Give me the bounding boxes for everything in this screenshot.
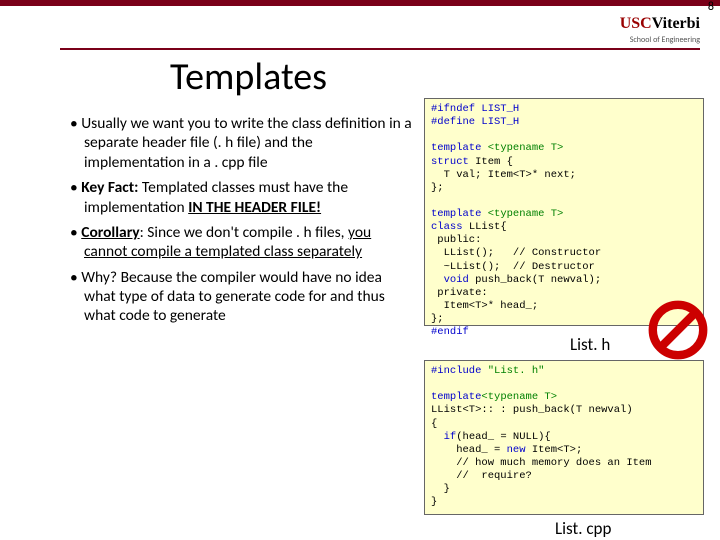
code-line: ~LList(); // Destructor: [431, 261, 595, 273]
code-line: #ifndef LIST_H: [431, 103, 519, 115]
bullet-3: Corollary: Since we don't compile . h fi…: [70, 223, 415, 262]
code-text: [431, 431, 444, 443]
bullet-3-text: : Since we don't compile . h files,: [140, 223, 348, 242]
code-line: #define LIST_H: [431, 116, 519, 128]
code-line: LList<T>:: : push_back(T newval): [431, 404, 633, 416]
logo-subtitle: School of Engineering: [620, 35, 700, 45]
logo-usc: USC: [620, 15, 652, 32]
bullet-1: Usually we want you to write the class d…: [70, 114, 415, 172]
code-line: };: [431, 182, 444, 194]
logo-text: USCViterbi: [620, 14, 700, 33]
code-generic: <typename T>: [488, 142, 564, 154]
code-generic: <typename T>: [481, 391, 557, 403]
slide-title: Templates: [170, 54, 327, 100]
code-line: T val; Item<T>* next;: [431, 169, 576, 181]
code-kw: template: [431, 391, 481, 403]
bullet-4: Why? Because the compiler would have no …: [70, 268, 415, 326]
code-kw: template: [431, 208, 488, 220]
code-kw: new: [507, 444, 526, 456]
code-text: push_back(T newval);: [469, 274, 601, 286]
code-line: }: [431, 483, 450, 495]
code-line: }: [431, 496, 437, 508]
code-line: #endif: [431, 326, 469, 338]
forbidden-icon: [648, 300, 708, 360]
code-text: (head_ = NULL){: [456, 431, 551, 443]
header-rule: [60, 48, 700, 50]
code-line: LList(); // Constructor: [431, 247, 601, 259]
code-line: };: [431, 313, 444, 325]
code-kw: if: [444, 431, 457, 443]
code-line: // require?: [431, 470, 532, 482]
bullet-list: Usually we want you to write the class d…: [70, 114, 415, 332]
bullet-2-keyfact: Key Fact:: [81, 178, 138, 197]
logo-block: USCViterbi School of Engineering: [620, 14, 700, 45]
code-line: // how much memory does an Item: [431, 457, 652, 469]
page-number: 8: [708, 0, 714, 14]
code-line: private:: [431, 287, 488, 299]
logo-viterbi: Viterbi: [652, 15, 700, 32]
code-kw: struct: [431, 156, 469, 168]
code-text: head_ =: [431, 444, 507, 456]
code-text: LList{: [463, 221, 507, 233]
code-cpp-filename: List. cpp: [555, 518, 611, 539]
code-generic: <typename T>: [488, 208, 564, 220]
code-kw: template: [431, 142, 488, 154]
code-text: [431, 274, 444, 286]
bullet-2-emph: IN THE HEADER FILE!: [188, 198, 321, 217]
header-stripe: [0, 0, 720, 6]
code-line: public:: [431, 234, 481, 246]
code-kw: #include: [431, 365, 488, 377]
code-line: {: [431, 418, 437, 430]
bullet-2: Key Fact: Templated classes must have th…: [70, 178, 415, 217]
code-kw: class: [431, 221, 463, 233]
code-text: Item<T>;: [526, 444, 583, 456]
code-header-filename: List. h: [570, 334, 610, 355]
code-cpp-box: #include "List. h" template<typename T> …: [424, 360, 704, 515]
code-kw: void: [444, 274, 469, 286]
code-header-box: #ifndef LIST_H #define LIST_H template <…: [424, 98, 704, 326]
code-text: Item {: [469, 156, 513, 168]
bullet-3-corollary: Corollary: [81, 223, 139, 242]
code-string: "List. h": [488, 365, 545, 377]
code-line: Item<T>* head_;: [431, 300, 538, 312]
